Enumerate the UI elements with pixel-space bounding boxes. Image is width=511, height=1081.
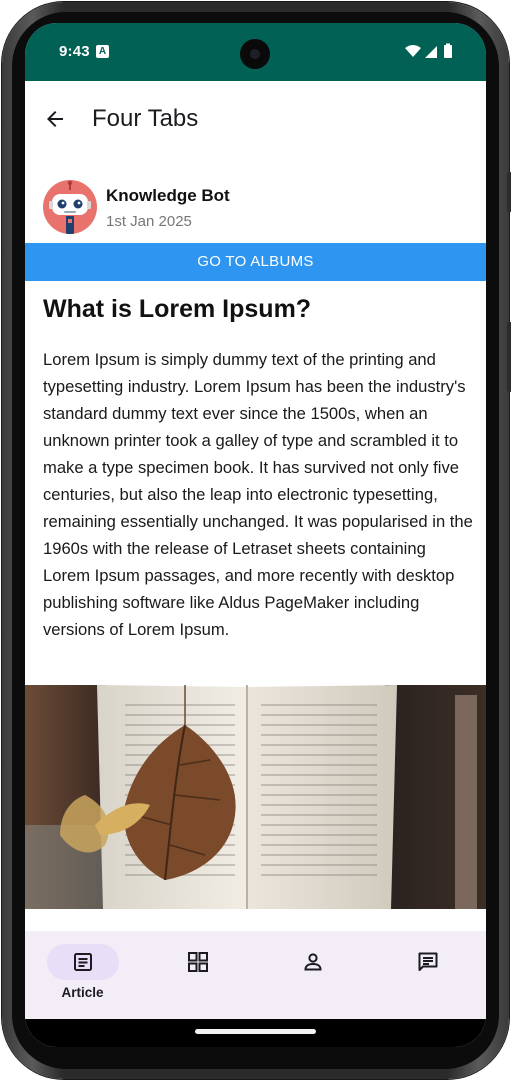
author-date: 1st Jan 2025	[106, 213, 192, 230]
grid-icon	[188, 952, 208, 972]
home-indicator[interactable]	[195, 1029, 316, 1034]
robot-avatar-icon	[43, 180, 97, 234]
article-icon	[74, 953, 92, 971]
tab-profile[interactable]	[255, 931, 370, 1019]
arrow-back-icon	[47, 111, 63, 127]
screen: 9:43 A Four Tabs Knowledge Bot 1st Jan 2…	[25, 23, 486, 1047]
go-to-albums-button[interactable]: GO TO ALBUMS	[25, 243, 486, 281]
status-time: 9:43	[59, 43, 90, 60]
person-icon	[304, 953, 322, 971]
article-body: Lorem Ipsum is simply dummy text of the …	[43, 350, 473, 639]
back-button[interactable]	[39, 103, 71, 135]
tab-article-label: Article	[61, 985, 104, 1000]
tab-albums[interactable]	[140, 931, 255, 1019]
article-title: What is Lorem Ipsum?	[43, 295, 312, 323]
front-camera	[240, 39, 270, 69]
status-icons	[405, 43, 452, 58]
wifi-icon	[405, 45, 421, 57]
chat-icon	[418, 952, 438, 971]
tab-chat[interactable]	[370, 931, 485, 1019]
power-button	[507, 172, 511, 212]
status-bar: 9:43 A	[25, 23, 486, 81]
tab-article[interactable]: Article	[25, 931, 140, 1019]
article-image	[25, 685, 486, 909]
signal-icon	[425, 46, 437, 58]
author-row: Knowledge Bot 1st Jan 2025	[25, 173, 486, 239]
battery-icon	[444, 43, 452, 58]
nav-indicator	[47, 944, 119, 980]
top-app-bar: Four Tabs	[25, 81, 486, 155]
gesture-navigation-area	[25, 1019, 486, 1047]
author-name: Knowledge Bot	[106, 186, 230, 205]
bottom-navigation: Article	[25, 931, 486, 1019]
volume-button	[507, 322, 511, 392]
notification-icon: A	[96, 45, 109, 58]
page-title: Four Tabs	[92, 105, 199, 132]
